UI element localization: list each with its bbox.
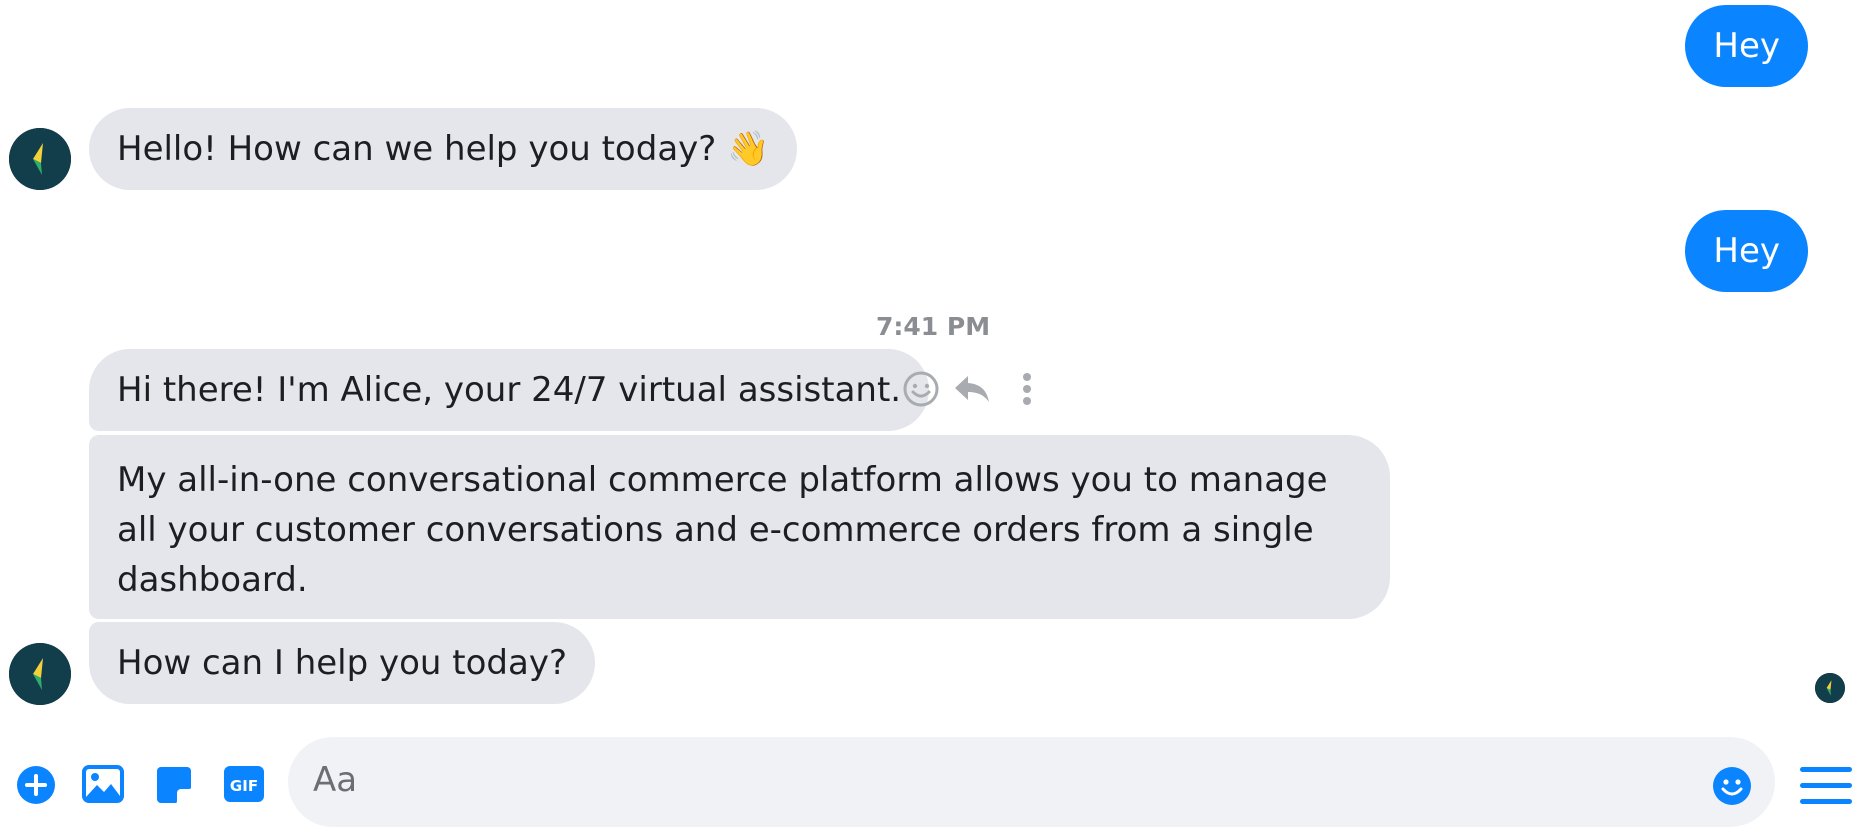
incoming-message[interactable]: My all-in-one conversational commerce pl… bbox=[89, 435, 1390, 619]
react-button[interactable] bbox=[902, 370, 940, 412]
incoming-message[interactable]: How can I help you today? bbox=[89, 622, 596, 704]
more-options-icon bbox=[1023, 373, 1031, 405]
bot-avatar[interactable] bbox=[9, 643, 71, 705]
read-receipt-avatar bbox=[1815, 673, 1845, 703]
gif-button[interactable]: GIF bbox=[222, 764, 266, 808]
sticker-icon bbox=[157, 767, 192, 804]
incoming-message[interactable]: Hi there! I'm Alice, your 24/7 virtual a… bbox=[89, 349, 930, 431]
message-input[interactable] bbox=[288, 737, 1775, 827]
plus-icon bbox=[17, 766, 55, 804]
outgoing-message[interactable]: Hey bbox=[1685, 5, 1808, 87]
incoming-message[interactable]: Hello! How can we help you today? 👋 bbox=[89, 108, 798, 190]
message-timestamp: 7:41 PM bbox=[876, 312, 991, 341]
menu-icon bbox=[1800, 767, 1852, 804]
smiley-react-icon bbox=[903, 371, 939, 407]
chat-window: Hey Hello! How can we help you today? 👋 … bbox=[0, 0, 1854, 830]
reply-button[interactable] bbox=[952, 370, 992, 412]
bot-avatar[interactable] bbox=[9, 128, 71, 190]
emoji-icon bbox=[1713, 767, 1751, 805]
more-options-button[interactable] bbox=[1014, 370, 1040, 412]
emoji-button[interactable] bbox=[1712, 766, 1752, 810]
outgoing-message[interactable]: Hey bbox=[1685, 210, 1808, 292]
add-button[interactable] bbox=[16, 765, 56, 809]
photo-button[interactable] bbox=[82, 764, 124, 808]
gif-icon: GIF bbox=[224, 766, 264, 802]
bot-logo-icon bbox=[1815, 673, 1845, 703]
reply-icon bbox=[955, 376, 989, 402]
bot-logo-icon bbox=[9, 643, 71, 705]
bot-logo-icon bbox=[9, 128, 71, 190]
photo-icon bbox=[82, 765, 124, 803]
menu-button[interactable] bbox=[1800, 763, 1852, 813]
gif-label: GIF bbox=[230, 777, 258, 795]
sticker-button[interactable] bbox=[155, 765, 193, 809]
message-input-placeholder: Aa bbox=[313, 760, 358, 800]
